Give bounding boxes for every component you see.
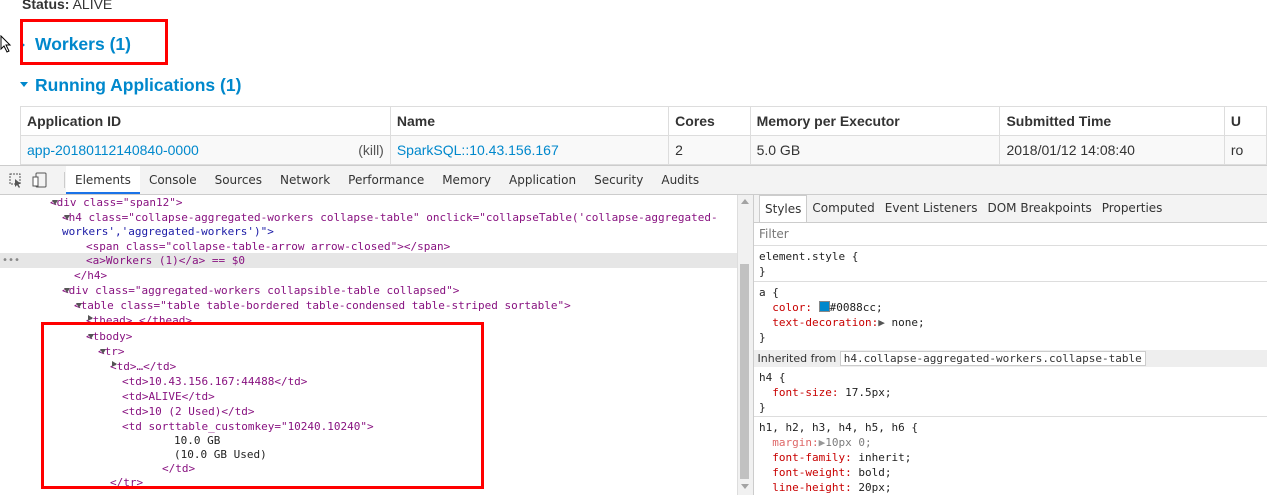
inspect-element-icon[interactable] [9, 173, 21, 188]
font-size-property[interactable]: font-size: [772, 386, 838, 399]
tab-elements[interactable]: Elements [66, 166, 140, 194]
text-decoration-property[interactable]: text-decoration: [772, 316, 878, 329]
tab-memory[interactable]: Memory [433, 166, 500, 194]
tab-audits[interactable]: Audits [652, 166, 708, 194]
cell-name: SparkSQL::10.43.156.167 [389, 135, 670, 165]
kill-link[interactable]: (kill) [358, 142, 384, 158]
elements-scrollbar-thumb[interactable] [740, 264, 749, 479]
tab-sources[interactable]: Sources [206, 166, 271, 194]
mouse-cursor-icon [0, 35, 12, 53]
col-name[interactable]: Name [389, 106, 670, 136]
inherited-selector-link[interactable]: h4.collapse-aggregated-workers.collapse-… [839, 351, 1146, 366]
cell-application-id: app-20180112140840-0000 (kill) [20, 135, 391, 165]
tab-performance[interactable]: Performance [339, 166, 433, 194]
application-id-link[interactable]: app-20180112140840-0000 [27, 142, 199, 158]
devtools-tool-icons [9, 172, 47, 188]
collapse-arrow-open-icon[interactable] [20, 82, 28, 87]
color-property[interactable]: color: [772, 301, 812, 314]
toolbar-divider [64, 172, 65, 188]
inherited-from-bar: Inherited from h4.collapse-aggregated-wo… [754, 350, 1267, 367]
color-swatch-icon[interactable] [818, 301, 830, 312]
spark-master-page: Status: ALIVE Workers (1) Running Applic… [0, 0, 1267, 165]
col-submitted-time[interactable]: Submitted Time [999, 106, 1225, 136]
highlight-box-tbody [41, 322, 484, 489]
h4-rule[interactable]: h4 { font-size: 17.5px; } [759, 370, 891, 415]
status-label: Status: [22, 0, 70, 12]
font-family-property[interactable]: font-family: [772, 451, 851, 464]
h4-selector: h4 { [759, 371, 786, 384]
application-name-link[interactable]: SparkSQL::10.43.156.167 [397, 142, 559, 158]
col-memory-per-executor[interactable]: Memory per Executor [749, 106, 1001, 136]
line-height-value[interactable]: 20px; [858, 481, 891, 494]
font-family-value[interactable]: inherit; [858, 451, 911, 464]
styles-filter-input[interactable]: Filter [759, 227, 789, 241]
node-h4[interactable]: <h4 class="collapse-aggregated-workers c… [62, 210, 718, 225]
tab-dom-breakpoints[interactable]: DOM Breakpoints [982, 195, 1096, 222]
cell-user: ro [1223, 135, 1267, 165]
headings-rule[interactable]: h1, h2, h3, h4, h5, h6 { margin:▶10px 0;… [759, 420, 918, 495]
font-size-value[interactable]: 17.5px; [845, 386, 891, 399]
tab-event-listeners[interactable]: Event Listeners [880, 195, 983, 222]
expand-triangle-icon[interactable]: ▶ [878, 316, 885, 329]
table-header-row: Application ID Name Cores Memory per Exe… [20, 106, 1267, 136]
headings-selector: h1, h2, h3, h4, h5, h6 { [759, 421, 918, 434]
line-height-property[interactable]: line-height: [772, 481, 851, 494]
status-value: ALIVE [72, 0, 113, 12]
col-cores[interactable]: Cores [668, 106, 751, 136]
devtools-tabs: Elements Console Sources Network Perform… [66, 166, 708, 194]
a-rule[interactable]: a { color: #0088cc; text-decoration:▶ no… [759, 285, 925, 345]
element-style-selector: element.style { [759, 250, 859, 263]
running-applications-table: Application ID Name Cores Memory per Exe… [20, 106, 1267, 165]
device-toolbar-icon[interactable] [32, 172, 47, 188]
close-brace: } [759, 265, 766, 278]
node-span-arrow[interactable]: <span class="collapse-table-arrow arrow-… [86, 239, 450, 254]
tab-properties[interactable]: Properties [1097, 195, 1168, 222]
cell-cores: 2 [668, 135, 751, 165]
status-line: Status: ALIVE [22, 0, 112, 12]
col-application-id[interactable]: Application ID [20, 106, 391, 136]
margin-property[interactable]: margin: [772, 436, 818, 449]
table-row: app-20180112140840-0000 (kill) SparkSQL:… [20, 135, 1267, 165]
highlight-box-workers [20, 19, 168, 65]
tab-network[interactable]: Network [271, 166, 339, 194]
font-weight-property[interactable]: font-weight: [772, 466, 851, 479]
a-selector: a { [759, 286, 779, 299]
tab-console[interactable]: Console [140, 166, 206, 194]
tab-styles[interactable]: Styles [759, 195, 808, 222]
color-value[interactable]: #0088cc; [830, 301, 883, 314]
divider [754, 416, 1267, 417]
font-weight-value[interactable]: bold; [858, 466, 891, 479]
tab-computed[interactable]: Computed [807, 195, 879, 222]
node-table[interactable]: <table class="table table-bordered table… [74, 298, 571, 313]
inherited-label: Inherited from [757, 352, 837, 365]
close-brace: } [759, 401, 766, 414]
divider [754, 281, 1267, 282]
scroll-up-icon[interactable] [741, 199, 749, 204]
divider [754, 245, 1267, 246]
col-user[interactable]: U [1223, 106, 1267, 136]
close-brace: } [759, 331, 766, 344]
devtools-panel: Elements Console Sources Network Perform… [0, 165, 1267, 495]
styles-pane: Styles Computed Event Listeners DOM Brea… [753, 195, 1267, 495]
cell-submitted-time: 2018/01/12 14:08:40 [999, 135, 1225, 165]
devtools-toolbar: Elements Console Sources Network Perform… [0, 166, 1267, 195]
margin-value[interactable]: 10px 0; [825, 436, 871, 449]
scroll-down-icon[interactable] [741, 484, 749, 489]
element-style-rule[interactable]: element.style { } [759, 249, 858, 279]
styles-tabs: Styles Computed Event Listeners DOM Brea… [754, 195, 1267, 223]
tab-application[interactable]: Application [500, 166, 585, 194]
tab-security[interactable]: Security [585, 166, 652, 194]
text-decoration-value[interactable]: none; [891, 316, 924, 329]
cell-memory: 5.0 GB [749, 135, 1001, 165]
running-applications-heading[interactable]: Running Applications (1) [35, 75, 241, 96]
